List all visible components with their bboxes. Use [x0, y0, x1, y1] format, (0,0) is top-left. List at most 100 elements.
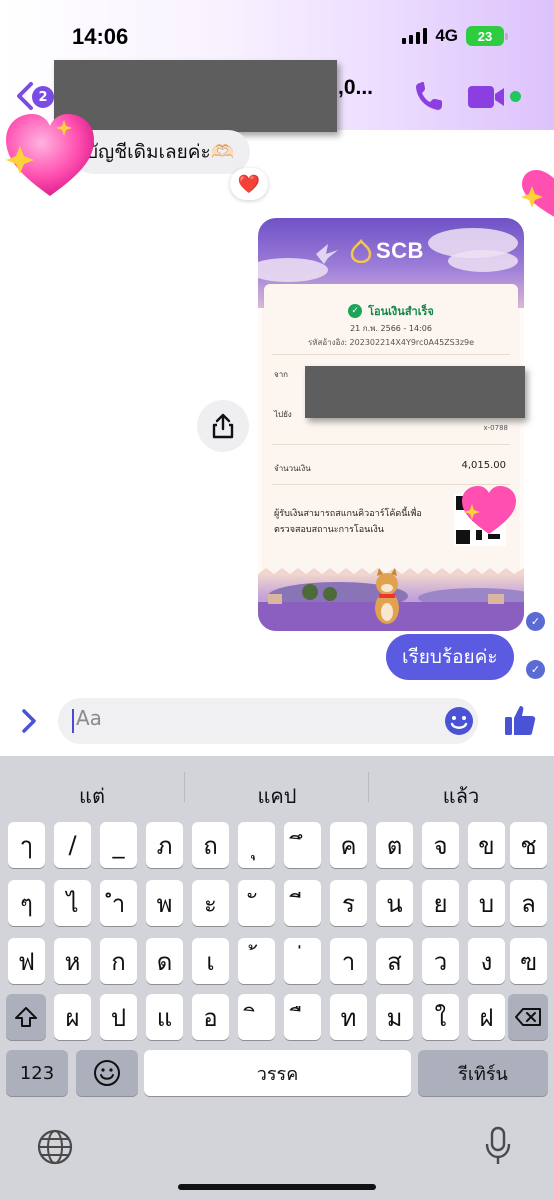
key[interactable]: ค [330, 822, 367, 868]
emoji-icon [94, 1060, 120, 1086]
key[interactable]: ำ [100, 880, 137, 926]
key[interactable]: อ [192, 994, 229, 1040]
key[interactable]: ร [330, 880, 367, 926]
sparkle-heart-sticker-icon [462, 486, 516, 534]
outgoing-message-bubble[interactable]: เรียบร้อยค่ะ [386, 634, 514, 680]
key[interactable]: ห [54, 938, 91, 984]
transfer-status: ✓ โอนเงินสำเร็จ [264, 302, 518, 320]
sent-check-icon: ✓ [526, 612, 545, 631]
to-label: ไปยัง [274, 410, 292, 419]
scb-emblem-icon [350, 239, 372, 263]
suggestion-2[interactable]: แคป [185, 780, 369, 808]
incoming-message-bubble[interactable]: บัญชีเดิมเลยค่ะ🫶🏻 [72, 130, 251, 174]
text-caret [72, 709, 74, 733]
key[interactable]: ภ [146, 822, 183, 868]
key[interactable]: แ [146, 994, 183, 1040]
bank-name: SCB [376, 238, 424, 263]
battery-level: 23 [466, 26, 504, 46]
suggestion-1[interactable]: แต่ [0, 780, 184, 808]
scb-logo: SCB [350, 238, 424, 264]
backspace-icon [515, 1008, 541, 1026]
key[interactable]: ่ [284, 938, 321, 984]
key[interactable]: ส [376, 938, 413, 984]
key[interactable]: ไ [54, 880, 91, 926]
heart-reaction[interactable]: ❤️ [230, 168, 268, 200]
shift-arrow-icon [15, 1007, 37, 1027]
emoji-icon[interactable] [444, 706, 474, 736]
shift-key[interactable] [6, 994, 46, 1040]
lavender-field-illustration [258, 568, 524, 631]
key[interactable]: ว [422, 938, 459, 984]
thumbs-up-icon[interactable] [503, 703, 537, 737]
key[interactable]: ะ [192, 880, 229, 926]
key[interactable]: ล [510, 880, 547, 926]
key[interactable]: ง [468, 938, 505, 984]
unread-count-badge: 2 [32, 86, 54, 108]
suggestion-3[interactable]: แล้ว [369, 780, 553, 808]
key[interactable]: ม [376, 994, 413, 1040]
key[interactable]: ฟ [8, 938, 45, 984]
key[interactable]: ก [100, 938, 137, 984]
battery-icon: 23 [466, 26, 508, 46]
status-indicators: 4G 23 [402, 26, 508, 46]
key[interactable]: น [376, 880, 413, 926]
transfer-ref: รหัสอ้างอิง: 202302214X4Y9rc0A45ZS3z9e [307, 338, 475, 347]
space-key[interactable]: วรรค [144, 1050, 411, 1096]
shiba-dog-icon [375, 568, 399, 624]
key[interactable]: เ [192, 938, 229, 984]
key[interactable]: ย [422, 880, 459, 926]
receipt-card: ✓ โอนเงินสำเร็จ 21 ก.พ. 2566 - 14:06 รหั… [264, 284, 518, 582]
from-label: จาก [274, 370, 289, 379]
home-indicator [178, 1184, 376, 1190]
key[interactable]: ถ [192, 822, 229, 868]
key[interactable]: ผ [54, 994, 91, 1040]
video-call-icon[interactable] [466, 84, 506, 110]
key[interactable]: ึ [284, 822, 321, 868]
key[interactable]: _ [100, 822, 137, 868]
key[interactable]: ต [376, 822, 413, 868]
key[interactable]: ้ [238, 938, 275, 984]
sent-check-icon: ✓ [526, 660, 545, 679]
key[interactable]: า [330, 938, 367, 984]
numbers-key[interactable]: 123 [6, 1050, 68, 1096]
key[interactable]: ุ [238, 822, 275, 868]
emoji-keyboard-key[interactable] [76, 1050, 138, 1096]
key[interactable]: ฃ [510, 938, 547, 984]
contact-name[interactable]: ,0... [338, 76, 373, 100]
key[interactable]: ใ [422, 994, 459, 1040]
status-time: 14:06 [72, 24, 129, 49]
key[interactable]: ั [238, 880, 275, 926]
key[interactable]: บ [468, 880, 505, 926]
key[interactable]: จ [422, 822, 459, 868]
transfer-amount: 4,015.00 [461, 460, 506, 471]
key[interactable]: ฝ [468, 994, 505, 1040]
key[interactable]: ท [330, 994, 367, 1040]
key[interactable]: ๆ [8, 880, 45, 926]
microphone-icon[interactable] [484, 1126, 512, 1166]
key[interactable]: / [54, 822, 91, 868]
message-input[interactable] [58, 698, 478, 744]
phone-call-icon[interactable] [414, 80, 444, 112]
key[interactable]: ป [100, 994, 137, 1040]
backspace-key[interactable] [508, 994, 548, 1040]
globe-icon[interactable] [36, 1128, 74, 1166]
transfer-receipt-image[interactable]: SCB ✓ โอนเงินสำเร็จ 21 ก.พ. 2566 - 14:06… [258, 218, 524, 631]
key[interactable]: ี [284, 880, 321, 926]
share-button[interactable] [197, 400, 249, 452]
redaction-bar [305, 366, 525, 418]
key[interactable]: ๅ [8, 822, 45, 868]
key[interactable]: ด [146, 938, 183, 984]
key[interactable]: ช [510, 822, 547, 868]
network-type: 4G [435, 26, 458, 45]
qr-verify-note: ผู้รับเงินสามารถสแกนคิวอาร์โค้ดนี้เพื่อต… [274, 509, 422, 535]
to-account: x-0788 [483, 424, 508, 432]
key[interactable]: ื [284, 994, 321, 1040]
key[interactable]: ิ [238, 994, 275, 1040]
expand-actions-icon[interactable] [18, 706, 40, 736]
success-check-icon: ✓ [348, 304, 363, 318]
key[interactable]: ข [468, 822, 505, 868]
amount-label: จำนวนเงิน [274, 464, 311, 473]
key[interactable]: พ [146, 880, 183, 926]
return-key[interactable]: รีเทิร์น [418, 1050, 548, 1096]
signal-icon [402, 28, 428, 44]
